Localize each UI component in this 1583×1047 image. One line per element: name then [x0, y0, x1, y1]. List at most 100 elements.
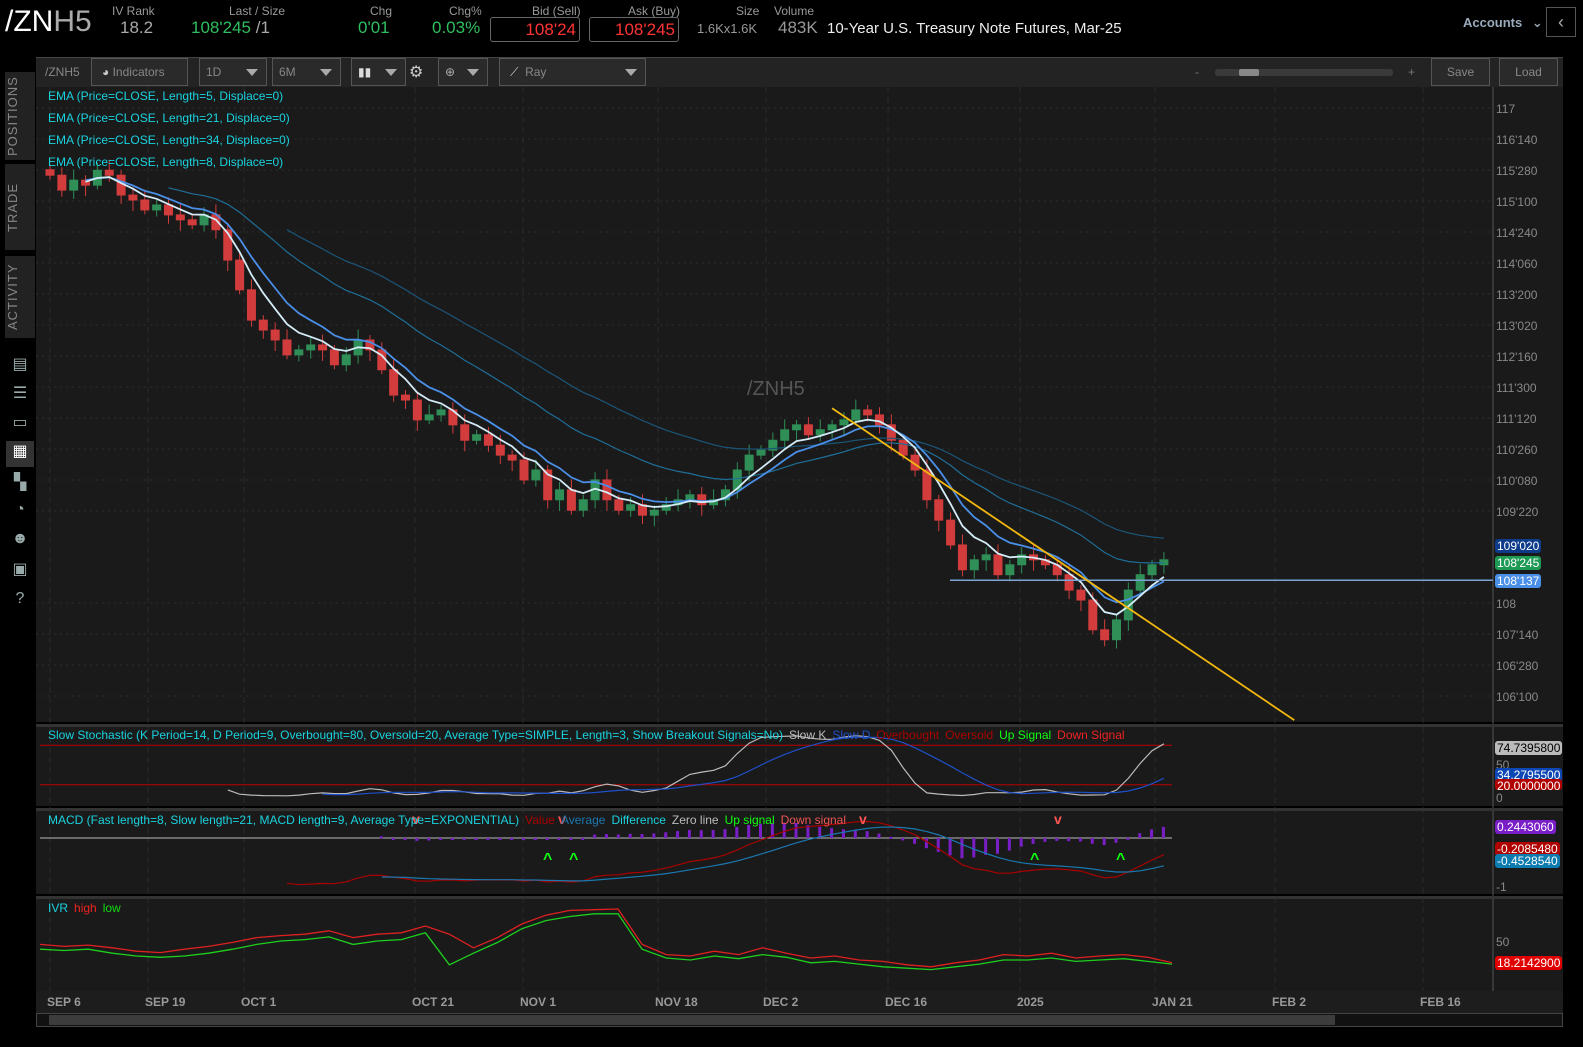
ema-34-legend[interactable]: EMA (Price=CLOSE, Length=34, Displace=0) — [48, 133, 290, 147]
date-tick: SEP 6 — [47, 995, 81, 1009]
price-tick: 115'100 — [1496, 195, 1538, 209]
candle-body — [507, 454, 517, 461]
macd-histogram-bar — [415, 838, 419, 841]
candle-body — [270, 329, 280, 341]
macd-histogram-bar — [462, 838, 466, 840]
last-price-tag: 108'245 — [1495, 556, 1542, 570]
candle-body — [1076, 589, 1086, 601]
macd-histogram-bar — [379, 836, 383, 839]
candle-body — [792, 424, 802, 431]
legend-zero-line: Zero line — [671, 813, 719, 827]
macd-histogram-bar — [640, 834, 644, 838]
candle-body — [957, 544, 967, 571]
candle-body — [472, 434, 482, 441]
ivr-high-line — [39, 908, 1173, 968]
ema-21-legend[interactable]: EMA (Price=CLOSE, Length=21, Displace=0) — [48, 111, 290, 125]
candle-body — [756, 449, 766, 456]
candle-body — [412, 399, 422, 421]
candle-body — [602, 479, 612, 501]
ema-8-line — [85, 176, 1165, 604]
candle-body — [341, 354, 351, 366]
date-tick: NOV 18 — [655, 995, 698, 1009]
candle-body — [45, 169, 55, 176]
candle-body — [282, 339, 292, 356]
candle-body — [993, 554, 1003, 576]
oversold-tag: 20.0000000 — [1495, 779, 1563, 790]
macd-histogram-bar — [533, 838, 537, 840]
candle-body — [152, 204, 162, 211]
price-tick: 111'120 — [1496, 412, 1537, 426]
macd-legend[interactable]: MACD (Fast length=8, Slow length=21, MAC… — [48, 813, 852, 827]
price-tick: 110'080 — [1496, 474, 1538, 488]
legend-low: low — [102, 901, 121, 915]
macd-histogram-bar — [1043, 838, 1047, 842]
macd-histogram-bar — [841, 829, 845, 838]
candle-body — [827, 424, 837, 431]
macd-histogram-bar — [901, 838, 905, 841]
legend-value: Value — [525, 813, 555, 827]
date-tick: OCT 21 — [412, 995, 455, 1009]
price-tick: 112'160 — [1496, 350, 1538, 364]
candle-body — [140, 199, 150, 211]
trendline-ray — [831, 407, 1295, 721]
date-tick: DEC 16 — [885, 995, 928, 1009]
legend-slow-d: Slow D — [832, 728, 871, 742]
candle-body — [1100, 629, 1110, 641]
macd-histogram-bar — [1067, 838, 1071, 842]
ivr-tag: 18.2142900 — [1495, 956, 1563, 970]
candle-body — [1135, 574, 1145, 591]
candle-body — [246, 289, 256, 321]
date-tick: FEB 16 — [1420, 995, 1461, 1009]
candle-body — [1005, 564, 1015, 576]
macd-histogram-bar — [735, 827, 739, 838]
up-signal-arrow: ^ — [569, 851, 578, 868]
macd-histogram-bar — [1090, 838, 1094, 844]
macd-histogram-bar — [889, 836, 893, 839]
candle-body — [566, 489, 576, 511]
macd-histogram-bar — [1150, 829, 1154, 838]
date-tick: 2025 — [1017, 995, 1044, 1009]
stochastic-legend[interactable]: Slow Stochastic (K Period=14, D Period=9… — [48, 728, 1131, 742]
macd-histogram-bar — [427, 838, 431, 841]
price-tick: 115'280 — [1496, 164, 1538, 178]
ema-8-legend[interactable]: EMA (Price=CLOSE, Length=8, Displace=0) — [48, 155, 283, 169]
legend-down-signal: Down Signal — [1057, 728, 1125, 742]
legend-slow-k: Slow K — [789, 728, 827, 742]
ivr-legend[interactable]: IVR high low — [48, 901, 127, 915]
macd-histogram-bar — [1114, 838, 1118, 843]
down-signal-arrow: v — [1054, 811, 1062, 827]
candle-body — [863, 409, 873, 416]
macd-histogram-bar — [545, 838, 549, 840]
candle-body — [389, 369, 399, 396]
candle-body — [780, 429, 790, 441]
macd-histogram-bar — [972, 838, 976, 858]
macd-histogram-bar — [924, 838, 928, 849]
candle-body — [318, 344, 328, 351]
candle-body — [235, 259, 245, 291]
slow-k-tag: 74.7395800 — [1495, 741, 1563, 755]
macd-histogram-bar — [1078, 838, 1082, 842]
candle-body — [187, 219, 197, 226]
macd-histogram-bar — [486, 838, 490, 840]
macd-histogram-bar — [984, 838, 988, 855]
macd-histogram-bar — [439, 838, 443, 840]
up-signal-arrow: ^ — [543, 851, 552, 868]
legend-up-signal: Up Signal — [999, 728, 1052, 742]
ema-5-line — [85, 176, 1165, 616]
ema-5-legend[interactable]: EMA (Price=CLOSE, Length=5, Displace=0) — [48, 89, 283, 103]
macd-histogram-bar — [593, 834, 597, 838]
legend-oversold: Oversold — [945, 728, 994, 742]
slow-d-line — [322, 736, 1165, 796]
legend-overbought: Overbought — [876, 728, 940, 742]
candle-body — [744, 454, 754, 471]
macd-histogram-bar — [391, 838, 395, 840]
macd-histogram-bar — [865, 831, 869, 838]
price-tick: 106'100 — [1496, 690, 1539, 704]
candle-body — [519, 459, 529, 481]
candle-body — [1064, 574, 1074, 591]
macd-histogram-bar — [498, 838, 502, 840]
candle-body — [946, 519, 956, 546]
macd-histogram-bar — [522, 838, 525, 840]
legend-down-signal: Down signal — [780, 813, 847, 827]
legend-up-signal: Up signal — [724, 813, 775, 827]
